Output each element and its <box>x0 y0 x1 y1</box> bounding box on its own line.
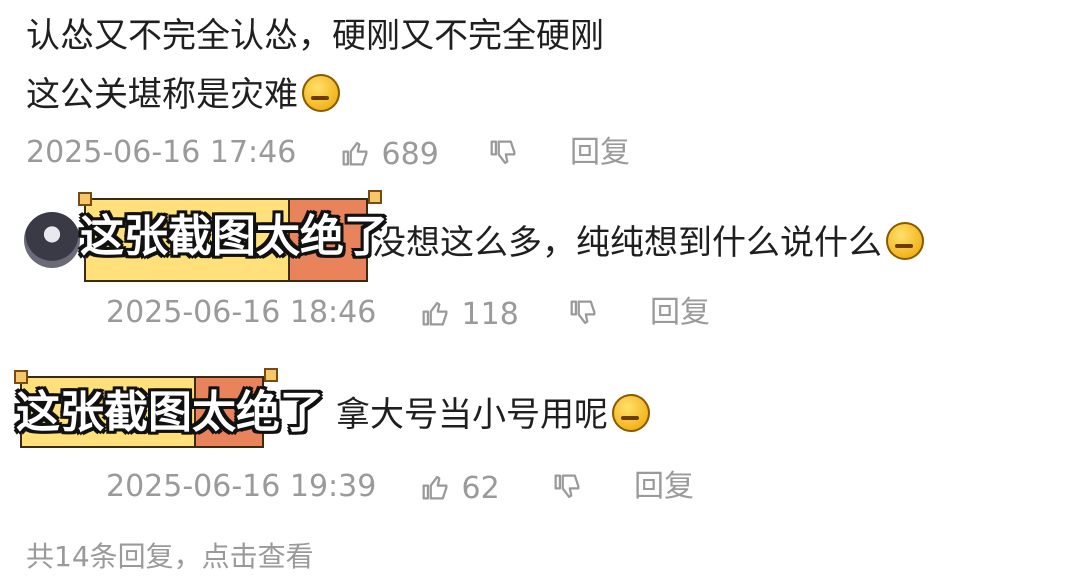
thumb-up-icon <box>342 141 368 166</box>
reply-text: 拿大号当小号用呢 <box>336 394 650 435</box>
reply-text: 没想这么多，纯纯想到什么说什么 <box>372 222 924 263</box>
reply-button[interactable]: 回复 <box>650 296 710 330</box>
like-button[interactable]: 62 <box>418 470 500 506</box>
resize-handle[interactable] <box>264 368 278 382</box>
dislike-button[interactable] <box>550 470 584 504</box>
thumb-down-icon <box>570 300 596 325</box>
laughing-emoji-icon <box>612 394 650 432</box>
dislike-button[interactable] <box>566 296 600 330</box>
like-button[interactable]: 689 <box>338 136 439 172</box>
comment-text-line1: 认怂又不完全认怂，硬刚又不完全硬刚 <box>26 16 604 56</box>
resize-handle[interactable] <box>78 192 92 206</box>
comment-text: 这公关堪称是灾难 <box>26 75 298 115</box>
reply-text-content: 拿大号当小号用呢 <box>336 395 608 435</box>
reply-timestamp: 2025-06-16 19:39 <box>106 469 377 504</box>
thumb-up-icon <box>422 301 448 326</box>
resize-handle[interactable] <box>14 370 28 384</box>
reply-button[interactable]: 回复 <box>634 470 694 504</box>
thumb-down-icon <box>554 474 580 499</box>
caption-overlay: 这张截图太绝了 <box>80 211 388 262</box>
resize-handle[interactable] <box>368 190 382 204</box>
like-button[interactable]: 118 <box>418 296 519 332</box>
like-count: 62 <box>461 471 500 506</box>
comment-timestamp: 2025-06-16 17:46 <box>26 135 297 170</box>
thinking-emoji-icon <box>302 74 340 112</box>
reply-text-content: 没想这么多，纯纯想到什么说什么 <box>372 223 882 263</box>
thumb-down-icon <box>490 140 516 165</box>
like-count: 689 <box>381 137 439 172</box>
reply-timestamp: 2025-06-16 18:46 <box>106 295 377 330</box>
comment-text-line2: 这公关堪称是灾难 <box>26 74 340 115</box>
like-count: 118 <box>461 297 519 332</box>
caption-overlay: 这张截图太绝了 <box>16 387 324 438</box>
view-more-replies-link[interactable]: 共14条回复，点击查看 <box>26 540 314 574</box>
dislike-button[interactable] <box>486 136 520 170</box>
avatar[interactable] <box>24 212 80 268</box>
thumb-up-icon <box>422 475 448 500</box>
reply-button[interactable]: 回复 <box>570 136 630 170</box>
laughing-emoji-icon <box>886 222 924 260</box>
